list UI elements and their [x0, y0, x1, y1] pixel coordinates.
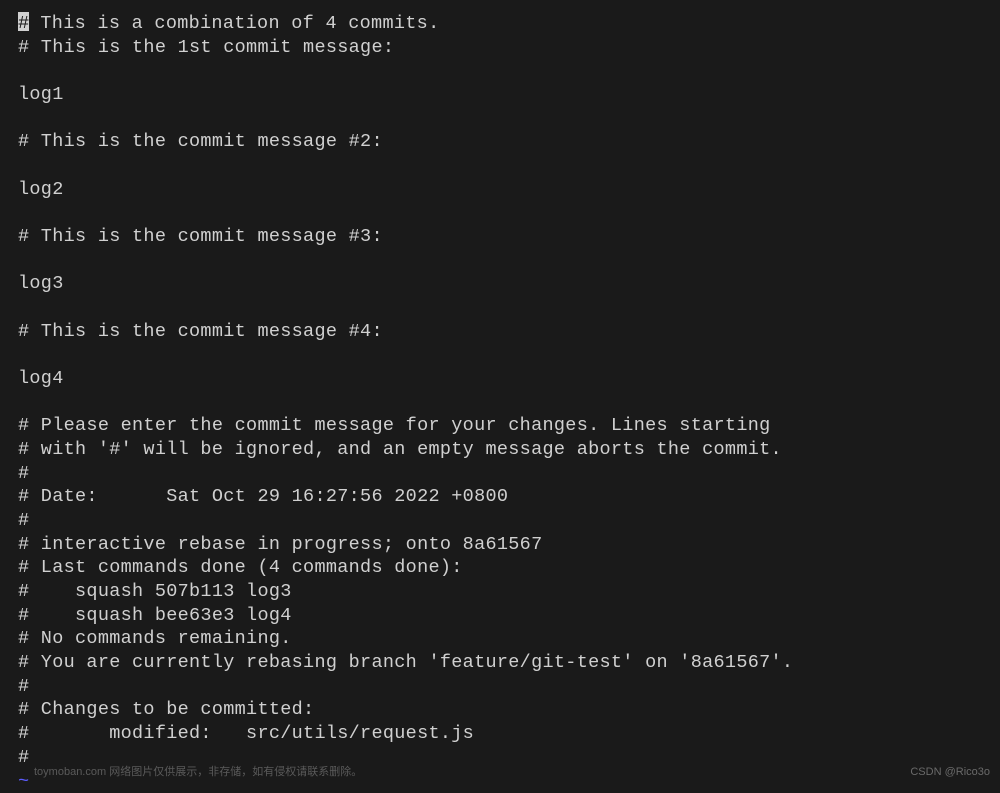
- editor-line: log2: [18, 179, 64, 200]
- cursor: #: [18, 12, 29, 31]
- editor-line: log4: [18, 368, 64, 389]
- text-editor[interactable]: # This is a combination of 4 commits. # …: [18, 12, 1000, 793]
- editor-line: # squash 507b113 log3: [18, 581, 292, 602]
- editor-line: log3: [18, 273, 64, 294]
- line-content: This is a combination of 4 commits.: [29, 13, 439, 34]
- editor-line: # modified: src/utils/request.js: [18, 723, 474, 744]
- editor-line: # interactive rebase in progress; onto 8…: [18, 534, 542, 555]
- editor-line: #: [18, 463, 29, 484]
- editor-line: log1: [18, 84, 64, 105]
- editor-line: # Last commands done (4 commands done):: [18, 557, 463, 578]
- editor-line: #: [18, 510, 29, 531]
- editor-line: #: [18, 676, 29, 697]
- editor-line: # This is the commit message #2:: [18, 131, 383, 152]
- editor-line: # You are currently rebasing branch 'fea…: [18, 652, 793, 673]
- editor-line: # Changes to be committed:: [18, 699, 314, 720]
- watermark-right: CSDN @Rico3o: [910, 765, 990, 779]
- editor-line: # squash bee63e3 log4: [18, 605, 292, 626]
- editor-line: # Please enter the commit message for yo…: [18, 415, 771, 436]
- editor-line: #: [18, 747, 29, 768]
- editor-line: # This is the commit message #3:: [18, 226, 383, 247]
- editor-line: # This is the 1st commit message:: [18, 37, 394, 58]
- editor-line: # Date: Sat Oct 29 16:27:56 2022 +0800: [18, 486, 508, 507]
- editor-line: # with '#' will be ignored, and an empty…: [18, 439, 782, 460]
- editor-line: # No commands remaining.: [18, 628, 292, 649]
- watermark-left: toymoban.com 网络图片仅供展示，非存储，如有侵权请联系删除。: [34, 765, 362, 779]
- vim-tilde: ~: [18, 771, 29, 792]
- editor-line: # This is the commit message #4:: [18, 321, 383, 342]
